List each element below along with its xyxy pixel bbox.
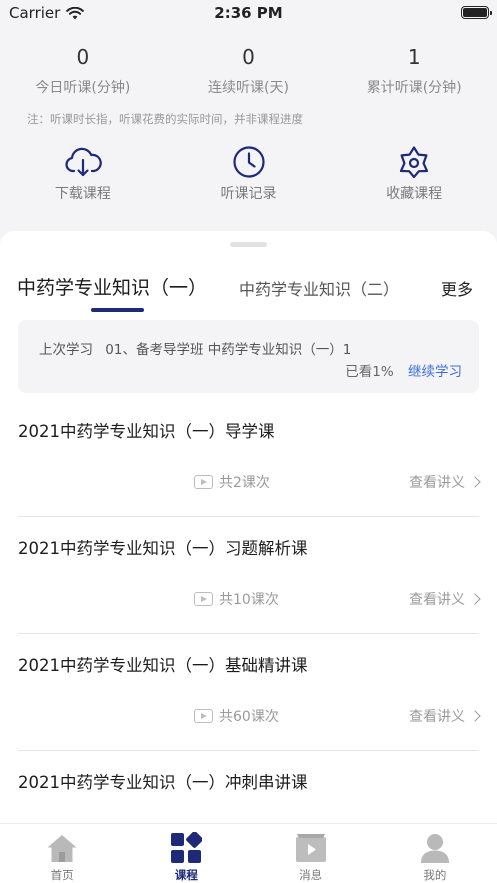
lesson-count: 共60课次 <box>194 706 279 726</box>
continue-learning-link[interactable]: 继续学习 <box>408 364 462 380</box>
lesson-count-label: 共10课次 <box>219 592 279 608</box>
favorite-courses-button[interactable]: 收藏课程 <box>331 143 497 203</box>
stat-value: 1 <box>407 45 421 69</box>
tabbar-label: 消息 <box>299 868 323 882</box>
battery-icon <box>461 6 492 19</box>
quick-label: 下载课程 <box>54 186 111 202</box>
cloud-download-icon <box>63 143 103 181</box>
tabbar-messages[interactable]: 消息 <box>249 824 373 883</box>
course-sheet: 中药学专业知识（一） 中药学专业知识（二） 更多 上次学习 01、备考导学班 中… <box>0 231 497 831</box>
view-handout-link[interactable]: 查看讲义 <box>409 706 481 726</box>
stat-consecutive: 0 连续听课(天) <box>166 40 332 97</box>
lesson-count-label: 共2课次 <box>219 475 270 491</box>
stat-value: 0 <box>76 45 90 69</box>
stat-label: 连续听课(天) <box>208 80 289 96</box>
video-icon <box>194 475 213 489</box>
resume-card[interactable]: 上次学习 01、备考导学班 中药学专业知识（一）1 已看1% 继续学习 <box>18 320 479 393</box>
stats-note: 注：听课时长指，听课花费的实际时间，并非课程进度 <box>27 112 303 126</box>
course-title[interactable]: 2021中药学专业知识（一）习题解析课 <box>18 535 308 559</box>
video-icon <box>194 709 213 723</box>
video-icon <box>194 592 213 606</box>
tabbar-home[interactable]: 首页 <box>0 824 124 883</box>
lesson-count: 共10课次 <box>194 589 279 609</box>
tabbar-courses[interactable]: 课程 <box>124 824 248 883</box>
course-item[interactable]: 2021中药学专业知识（一）基础精讲课 共60课次 查看讲义 <box>18 634 481 751</box>
status-bar: Carrier 2:36 PM <box>0 0 497 26</box>
view-handout-link[interactable]: 查看讲义 <box>409 589 481 609</box>
course-item[interactable]: 2021中药学专业知识（一）导学课 共2课次 查看讲义 <box>18 400 481 517</box>
status-left: Carrier <box>9 4 85 22</box>
course-item[interactable]: 2021中药学专业知识（一）习题解析课 共10课次 查看讲义 <box>18 517 481 634</box>
listening-history-button[interactable]: 听课记录 <box>166 143 332 203</box>
wifi-icon <box>66 6 85 19</box>
quick-actions: 下载课程 听课记录 收藏课程 <box>0 143 497 203</box>
chevron-right-icon <box>469 593 481 605</box>
tabbar-profile[interactable]: 我的 <box>373 824 497 883</box>
tab-indicator <box>91 308 144 312</box>
quick-label: 听课记录 <box>220 186 277 202</box>
star-icon <box>394 143 434 181</box>
course-title[interactable]: 2021中药学专业知识（一）冲刺串讲课 <box>18 769 308 793</box>
handout-label: 查看讲义 <box>409 592 465 608</box>
stat-label: 累计听课(分钟) <box>366 80 462 96</box>
stat-value: 0 <box>242 45 255 69</box>
course-grid-icon <box>170 832 203 864</box>
resume-lesson: 01、备考导学班 中药学专业知识（一）1 <box>105 342 352 358</box>
stat-today: 0 今日听课(分钟) <box>0 40 166 97</box>
carrier-label: Carrier <box>9 4 61 22</box>
handout-label: 查看讲义 <box>409 475 465 491</box>
video-message-icon <box>295 832 327 864</box>
sheet-drag-handle[interactable] <box>230 242 267 247</box>
resume-info: 上次学习 01、备考导学班 中药学专业知识（一）1 <box>39 338 351 358</box>
listening-stats: 0 今日听课(分钟) 0 连续听课(天) 1 累计听课(分钟) <box>0 40 497 97</box>
tabbar-label: 首页 <box>50 868 74 882</box>
lesson-count-label: 共60课次 <box>219 709 279 725</box>
chevron-right-icon <box>469 476 481 488</box>
subject-tabs: 中药学专业知识（一） 中药学专业知识（二） 更多 <box>0 273 497 313</box>
stat-label: 今日听课(分钟) <box>35 80 131 96</box>
resume-prefix: 上次学习 <box>39 342 93 358</box>
download-courses-button[interactable]: 下载课程 <box>0 143 166 203</box>
clock-icon <box>229 143 269 181</box>
tab-subject-1[interactable]: 中药学专业知识（一） <box>17 273 207 300</box>
home-icon <box>46 832 78 864</box>
chevron-right-icon <box>469 710 481 722</box>
resume-actions: 已看1% 继续学习 <box>345 360 462 380</box>
quick-label: 收藏课程 <box>386 186 443 202</box>
course-item[interactable]: 2021中药学专业知识（一）冲刺串讲课 <box>18 751 479 831</box>
tab-subject-2[interactable]: 中药学专业知识（二） <box>239 276 399 300</box>
handout-label: 查看讲义 <box>409 709 465 725</box>
lesson-count: 共2课次 <box>194 472 270 492</box>
stat-total: 1 累计听课(分钟) <box>331 40 497 97</box>
person-icon <box>419 832 451 864</box>
view-handout-link[interactable]: 查看讲义 <box>409 472 481 492</box>
bottom-tab-bar: 首页 课程 消息 我的 <box>0 823 497 883</box>
course-title[interactable]: 2021中药学专业知识（一）导学课 <box>18 418 275 442</box>
tabbar-label: 我的 <box>423 868 447 882</box>
course-title[interactable]: 2021中药学专业知识（一）基础精讲课 <box>18 652 308 676</box>
tab-more[interactable]: 更多 <box>441 276 473 300</box>
resume-progress: 已看1% <box>345 364 394 380</box>
tabbar-label: 课程 <box>174 868 198 882</box>
